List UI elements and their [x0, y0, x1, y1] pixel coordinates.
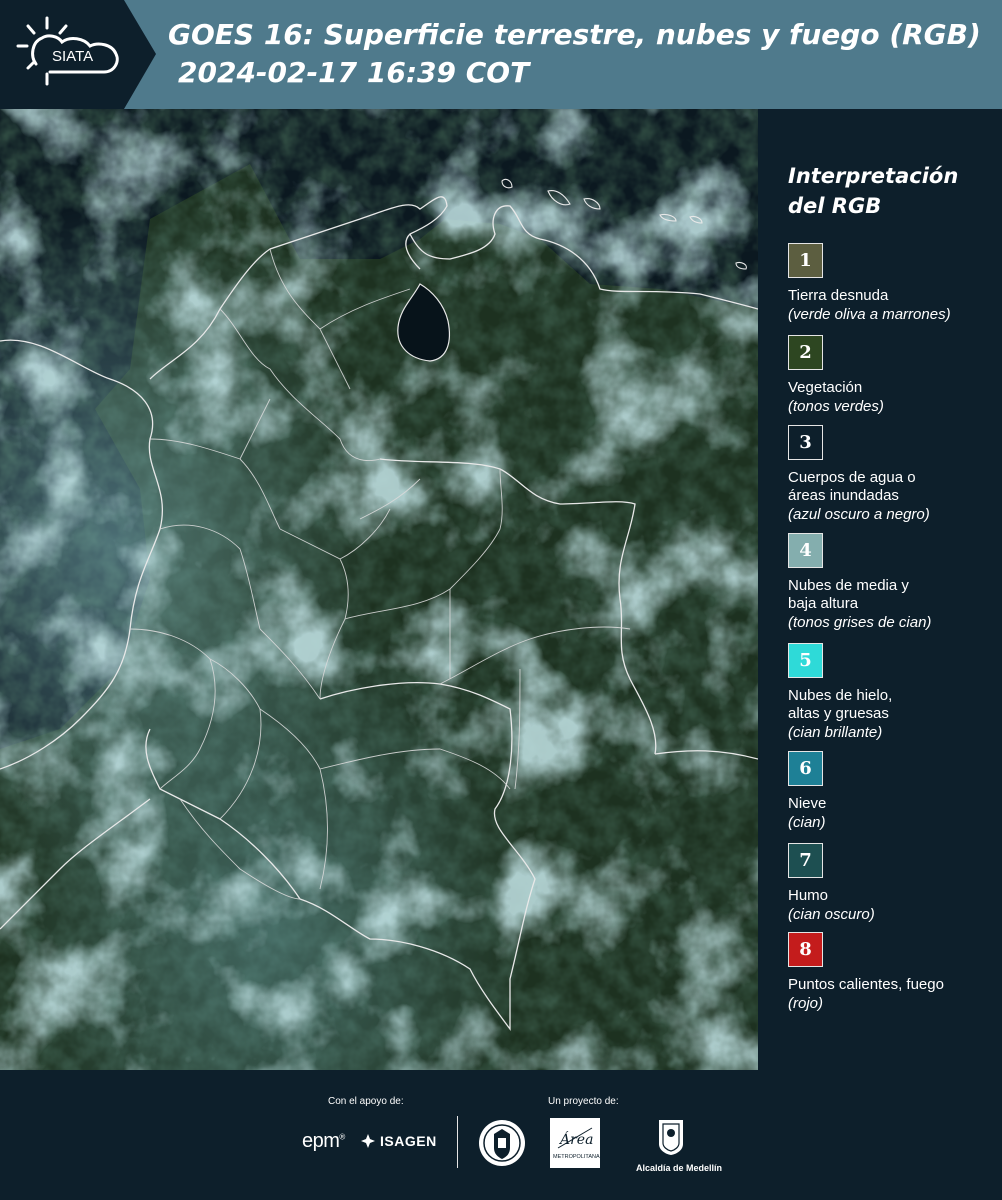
legend-title-line1: Interpretación — [788, 164, 959, 188]
alcaldia-label: Alcaldía de Medellín — [636, 1163, 723, 1173]
page-title: GOES 16: Superficie terrestre, nubes y f… — [168, 18, 981, 51]
legend-hint-1: (verde oliva a marrones) — [788, 306, 951, 323]
isagen-mark-icon — [361, 1134, 375, 1148]
legend-item-8: 8 Puntos calientes, fuego (rojo) — [788, 932, 998, 1013]
legend-label-5-line1: Nubes de hielo, — [788, 687, 893, 704]
legend-title: Interpretación del RGB — [788, 161, 958, 221]
legend-number-4: 4 — [799, 540, 812, 561]
legend-swatch-7: 7 — [788, 843, 823, 878]
legend-number-6: 6 — [799, 758, 812, 779]
legend-swatch-5: 5 — [788, 643, 823, 678]
epm-logo-text: epm — [302, 1130, 340, 1152]
legend-label-4: Nubes de media y baja altura — [788, 577, 998, 613]
satellite-map — [0, 109, 758, 1070]
legend-item-2: 2 Vegetación (tonos verdes) — [788, 335, 998, 416]
alcaldia-shield-icon — [659, 1120, 683, 1155]
legend-item-7: 7 Humo (cian oscuro) — [788, 843, 998, 924]
legend-label-3-line2: áreas inundadas — [788, 487, 899, 504]
legend-number-8: 8 — [799, 939, 812, 960]
project-label: Un proyecto de: — [548, 1096, 619, 1107]
isagen-logo: ISAGEN — [360, 1133, 437, 1149]
legend-hint-2: (tonos verdes) — [788, 398, 884, 415]
legend-hint-8: (rojo) — [788, 995, 824, 1012]
legend-item-5: 5 Nubes de hielo, altas y gruesas (cian … — [788, 643, 998, 742]
legend-label-4-line1: Nubes de media y — [788, 577, 909, 594]
alcaldia-logo: Alcaldía de Medellín — [636, 1118, 723, 1173]
support-label: Con el apoyo de: — [328, 1096, 404, 1107]
siata-logo-text: SIATA — [52, 48, 93, 65]
legend-label-1-line1: Tierra desnuda — [788, 287, 889, 304]
legend-label-5-line2: altas y gruesas — [788, 705, 889, 722]
legend-label-7: Humo — [788, 887, 998, 905]
legend-swatch-2: 2 — [788, 335, 823, 370]
legend-number-3: 3 — [799, 432, 812, 453]
legend-label-8-line1: Puntos calientes, fuego — [788, 976, 944, 993]
legend-title-line2: del RGB — [788, 194, 882, 218]
legend-swatch-6: 6 — [788, 751, 823, 786]
legend-swatch-8: 8 — [788, 932, 823, 967]
legend-item-6: 6 Nieve (cian) — [788, 751, 998, 832]
isagen-logo-text: ISAGEN — [380, 1133, 437, 1149]
footer: Con el apoyo de: Un proyecto de: epm® IS… — [0, 1070, 1002, 1200]
legend-label-2: Vegetación — [788, 379, 998, 397]
university-seal-icon — [477, 1118, 527, 1173]
legend-label-2-line1: Vegetación — [788, 379, 863, 396]
footer-divider — [457, 1116, 458, 1168]
legend-swatch-3: 3 — [788, 425, 823, 460]
legend-label-3-line1: Cuerpos de agua o — [788, 469, 916, 486]
legend-number-1: 1 — [799, 250, 812, 271]
timestamp: 2024-02-17 16:39 COT — [178, 56, 530, 89]
legend-number-5: 5 — [799, 650, 812, 671]
legend-label-1: Tierra desnuda — [788, 287, 998, 305]
legend-hint-6: (cian) — [788, 814, 826, 831]
area-logo-sub: METROPOLITANA — [553, 1154, 600, 1160]
legend-label-6: Nieve — [788, 795, 998, 813]
legend-label-7-line1: Humo — [788, 887, 829, 904]
legend-hint-3: (azul oscuro a negro) — [788, 506, 930, 523]
legend-hint-4: (tonos grises de cian) — [788, 614, 932, 631]
legend-hint-7: (cian oscuro) — [788, 906, 875, 923]
legend-number-7: 7 — [799, 850, 812, 871]
epm-logo: epm® — [302, 1130, 345, 1152]
legend-panel: Interpretación del RGB 1 Tierra desnuda … — [758, 109, 1002, 1070]
area-metropolitana-logo: Área METROPOLITANA — [550, 1118, 600, 1168]
satellite-map-image — [0, 109, 758, 1070]
legend-item-4: 4 Nubes de media y baja altura (tonos gr… — [788, 533, 998, 632]
legend-swatch-1: 1 — [788, 243, 823, 278]
header: SIATA GOES 16: Superficie terrestre, nub… — [0, 0, 1002, 109]
legend-number-2: 2 — [799, 342, 812, 363]
siata-logo: SIATA — [0, 0, 156, 109]
legend-item-1: 1 Tierra desnuda (verde oliva a marrones… — [788, 243, 998, 324]
legend-label-6-line1: Nieve — [788, 795, 827, 812]
legend-label-8: Puntos calientes, fuego — [788, 976, 998, 994]
legend-label-5: Nubes de hielo, altas y gruesas — [788, 687, 998, 723]
legend-label-4-line2: baja altura — [788, 595, 859, 612]
legend-swatch-4: 4 — [788, 533, 823, 568]
legend-label-3: Cuerpos de agua o áreas inundadas — [788, 469, 998, 505]
legend-hint-5: (cian brillante) — [788, 724, 883, 741]
legend-item-3: 3 Cuerpos de agua o áreas inundadas (azu… — [788, 425, 998, 524]
